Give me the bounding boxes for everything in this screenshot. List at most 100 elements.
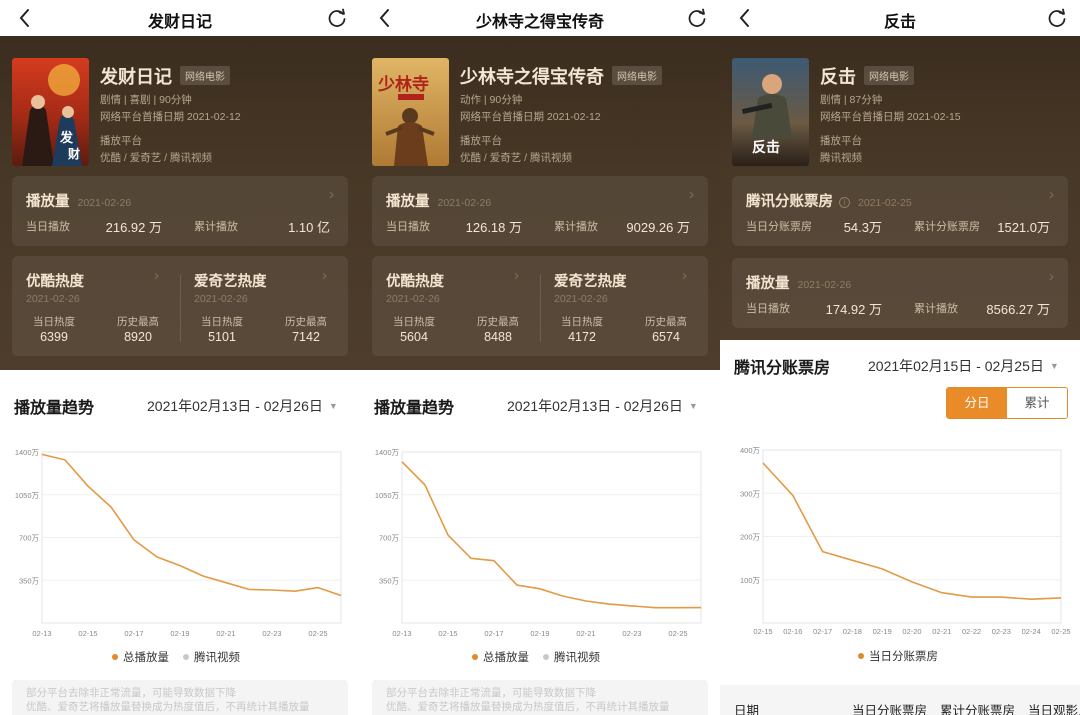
movie-panel-shaolinsi: 少林寺之得宝传奇 少林寺 少林寺之得宝传奇 网络电影 动作 | 90分钟 网络平台…	[360, 0, 720, 715]
svg-text:发: 发	[59, 130, 74, 146]
refresh-icon[interactable]	[1046, 7, 1068, 29]
series-line	[41, 453, 342, 597]
chevron-left-icon[interactable]	[734, 5, 756, 31]
trend-chart: 1400万 1050万 700万 350万 02-13 02-15 02-17 02-19 02…	[15, 448, 342, 638]
date-range-picker[interactable]: 2021年02月15日 - 02月25日 ▼	[868, 356, 1059, 376]
info-icon[interactable]: i	[839, 197, 850, 208]
movie-panel-facairiji: 发财日记 发 财 发财日记 网络电影 剧情 | 喜剧 | 90分钟 网络平台首播日…	[0, 0, 360, 715]
iqiyi-heat-title[interactable]: 爱奇艺热度	[554, 270, 627, 291]
legend-item-tencent[interactable]: 腾讯视频	[183, 652, 240, 664]
x-tick-label: 02-23	[622, 629, 641, 638]
col-daily-viewers: 当日观影人	[1028, 704, 1080, 715]
movie-title: 少林寺之得宝传奇 网络电影	[460, 63, 662, 89]
iqiyi-max-label: 历史最高	[285, 316, 327, 328]
daily-play-label: 当日播放	[386, 221, 430, 233]
y-tick-label: 350万	[379, 576, 400, 585]
y-tick-label: 400万	[740, 446, 761, 455]
card-date: 2021-02-26	[77, 197, 132, 209]
card-date: 2021-02-26	[797, 279, 852, 291]
nav-bar: 反击	[720, 0, 1080, 36]
movie-poster[interactable]: 少林寺	[372, 58, 449, 166]
youku-heat-title[interactable]: 优酷热度	[26, 270, 84, 291]
heat-card: 优酷热度 › 2021-02-26 当日热度 5604 历史最高 8488 爱奇…	[372, 256, 708, 356]
chevron-right-icon: ›	[682, 267, 687, 284]
play-count-card[interactable]: 播放量 2021-02-26 › 当日播放 126.18 万 累计播放 9029.…	[372, 176, 708, 246]
movie-release-date: 网络平台首播日期 2021-02-12	[460, 111, 601, 123]
chevron-right-icon: ›	[154, 267, 159, 284]
toggle-daily[interactable]: 分日	[947, 388, 1007, 418]
youku-max-value: 8488	[484, 330, 512, 344]
total-play-label: 累计播放	[554, 221, 598, 233]
box-office-chart: 400万 300万 200万 100万 02-15 02-16 02-17 02-18 02-1…	[740, 446, 1071, 636]
nav-title: 发财日记	[147, 14, 212, 31]
x-tick-label: 02-25	[1051, 627, 1070, 636]
total-play-label: 累计播放	[914, 303, 958, 315]
daily-box-value: 54.3万	[843, 220, 882, 235]
youku-max-label: 历史最高	[477, 316, 519, 328]
svg-text:反击: 反击	[752, 139, 780, 156]
card-date: 2021-02-25	[858, 197, 912, 209]
youku-cur-label: 当日热度	[33, 316, 75, 328]
card-title: 播放量 2021-02-26	[26, 194, 132, 210]
x-tick-label: 02-21	[932, 627, 951, 636]
box-office-table-header: 日期 当日分账票房 累计分账票房 当日观影人	[720, 685, 1080, 715]
x-tick-label: 02-16	[783, 627, 802, 636]
chevron-left-icon[interactable]	[374, 5, 396, 31]
nav-title: 少林寺之得宝传奇	[475, 14, 604, 31]
x-tick-label: 02-23	[262, 629, 281, 638]
movie-release-date: 网络平台首播日期 2021-02-15	[820, 111, 961, 123]
movie-poster[interactable]: 反击	[732, 58, 809, 166]
legend-item-tencent[interactable]: 腾讯视频	[543, 652, 600, 664]
x-tick-label: 02-17	[484, 629, 503, 638]
card-title: 播放量 2021-02-26	[386, 194, 492, 210]
y-tick-label: 200万	[740, 533, 761, 542]
x-tick-label: 02-25	[668, 629, 687, 638]
section-title: 播放量趋势	[14, 400, 95, 417]
daily-play-value: 174.92 万	[825, 302, 882, 317]
chevron-left-icon[interactable]	[14, 5, 36, 31]
total-box-label: 累计分账票房	[914, 221, 980, 233]
movie-release-date: 网络平台首播日期 2021-02-12	[100, 111, 241, 123]
y-tick-label: 350万	[19, 576, 40, 585]
legend-item-daily-box[interactable]: 当日分账票房	[858, 651, 938, 663]
total-box-value: 1521.0万	[997, 220, 1050, 235]
legend-item-total[interactable]: 总播放量	[472, 652, 529, 664]
movie-hero: 反击 反击 网络电影 剧情 | 87分钟 网络平台首播日期 2021-02-15 …	[720, 36, 1080, 340]
date-range-picker[interactable]: 2021年02月13日 - 02月26日 ▼	[507, 396, 698, 416]
col-daily-box: 当日分账票房	[852, 704, 928, 715]
date-range-picker[interactable]: 2021年02月13日 - 02月26日 ▼	[147, 396, 338, 416]
x-tick-label: 02-19	[873, 627, 892, 636]
y-tick-label: 1400万	[375, 448, 400, 457]
toggle-cumulative[interactable]: 累计	[1007, 388, 1067, 418]
refresh-icon[interactable]	[686, 7, 708, 29]
x-tick-label: 02-15	[753, 627, 772, 636]
card-title: 播放量 2021-02-26	[746, 276, 852, 292]
play-count-card[interactable]: 播放量 2021-02-26 › 当日播放 216.92 万 累计播放 1.10 …	[12, 176, 348, 246]
play-count-card[interactable]: 播放量 2021-02-26 › 当日播放 174.92 万 累计播放 8566.…	[732, 258, 1068, 328]
x-tick-label: 02-25	[308, 629, 327, 638]
movie-poster[interactable]: 发 财	[12, 58, 89, 166]
movie-title: 发财日记 网络电影	[100, 63, 230, 89]
x-tick-label: 02-15	[78, 629, 97, 638]
iqiyi-max-value: 7142	[292, 330, 320, 344]
iqiyi-heat-title[interactable]: 爱奇艺热度	[194, 270, 267, 291]
iqiyi-max-label: 历史最高	[645, 316, 687, 328]
platform-label: 播放平台	[820, 135, 862, 147]
refresh-icon[interactable]	[326, 7, 348, 29]
x-tick-label: 02-15	[438, 629, 457, 638]
youku-cur-value: 5604	[400, 330, 428, 344]
chevron-right-icon: ›	[689, 186, 694, 203]
box-office-card[interactable]: 腾讯分账票房 i 2021-02-25 › 当日分账票房 54.3万 累计分账票房 …	[732, 176, 1068, 246]
x-tick-label: 02-22	[962, 627, 981, 636]
card-title: 腾讯分账票房 i 2021-02-25	[746, 194, 912, 210]
x-tick-label: 02-21	[216, 629, 235, 638]
youku-heat-title[interactable]: 优酷热度	[386, 270, 444, 291]
iqiyi-cur-value: 5101	[208, 330, 236, 344]
movie-hero: 少林寺 少林寺之得宝传奇 网络电影 动作 | 90分钟 网络平台首播日期 2021…	[360, 36, 720, 370]
iqiyi-cur-label: 当日热度	[201, 316, 243, 328]
caret-down-icon: ▼	[688, 401, 698, 411]
chart-legend: 总播放量 腾讯视频	[472, 649, 614, 665]
col-date: 日期	[734, 704, 760, 715]
card-date: 2021-02-26	[437, 197, 492, 209]
legend-item-total[interactable]: 总播放量	[112, 652, 169, 664]
